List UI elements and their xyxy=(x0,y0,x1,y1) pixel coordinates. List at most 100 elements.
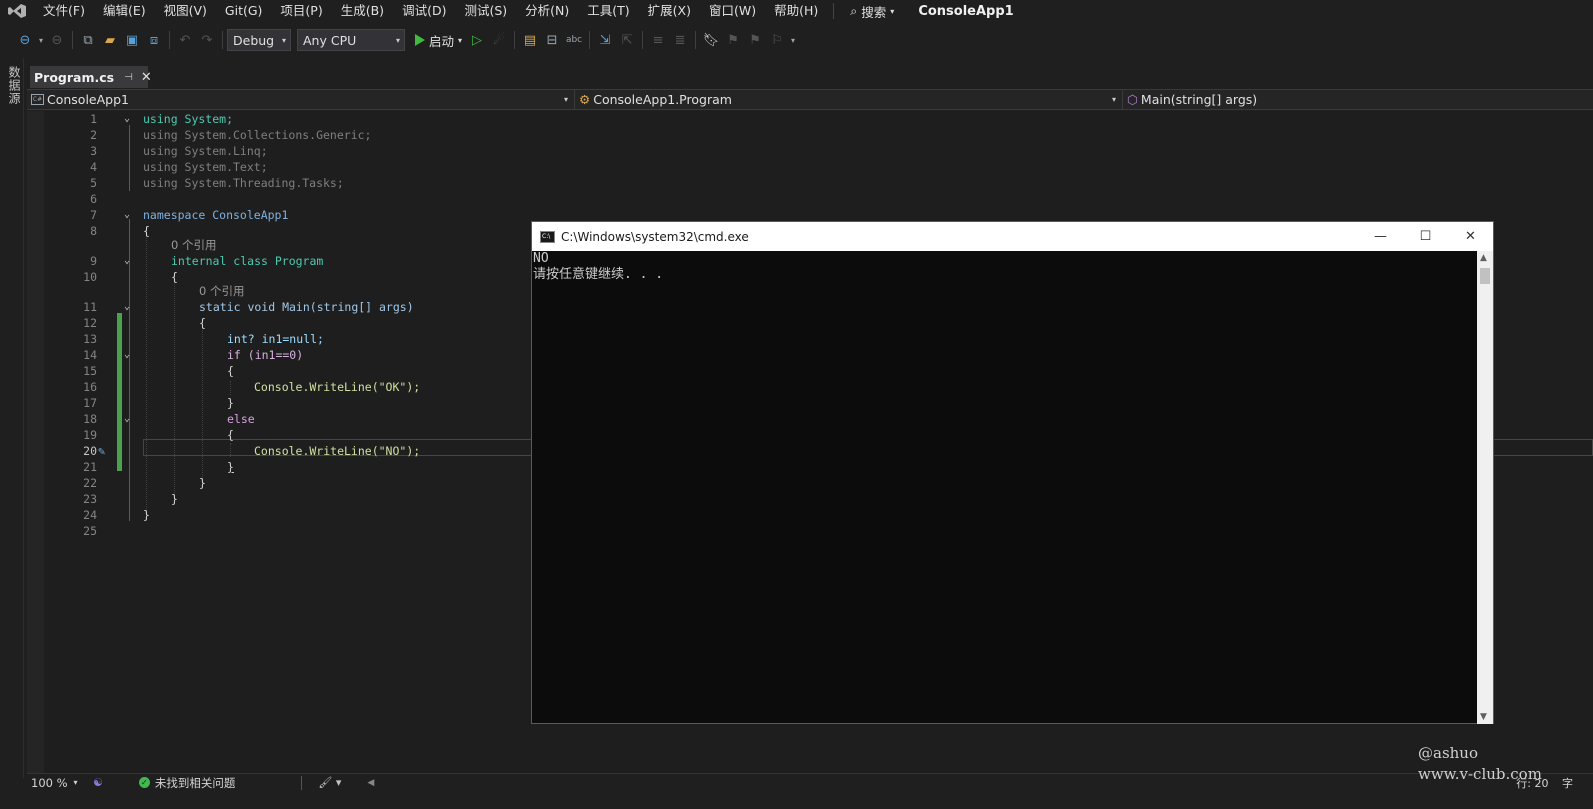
menu-tools[interactable]: 工具(T) xyxy=(578,0,638,22)
chevron-down-icon: ▾ xyxy=(73,778,78,787)
collapse-icon[interactable]: ⌄ xyxy=(124,253,134,269)
chevron-down-icon: ▾ xyxy=(1111,95,1116,104)
line-number: 7 xyxy=(90,208,97,222)
toolbar-overflow-icon[interactable]: ▾ xyxy=(788,29,798,51)
console-titlebar[interactable]: C:\ C:\Windows\system32\cmd.exe — ☐ ✕ xyxy=(532,222,1493,251)
forward-icon[interactable]: ⊖ xyxy=(46,29,68,51)
minimize-icon[interactable]: — xyxy=(1358,222,1403,251)
zoom-select[interactable]: 100 % ▾ xyxy=(27,776,93,790)
watermark-url: www.v-club.com xyxy=(1418,765,1542,783)
comment-icon[interactable]: ≡ xyxy=(647,29,669,51)
tab-program-cs[interactable]: Program.cs ⊣ ✕ xyxy=(30,66,152,88)
member-dropdown[interactable]: ⬡ Main(string[] args) xyxy=(1123,90,1593,109)
back-icon[interactable]: ⊖ xyxy=(14,29,36,51)
menu-extensions[interactable]: 扩展(X) xyxy=(639,0,700,22)
next-bookmark-icon[interactable]: ⚑ xyxy=(744,29,766,51)
tab-label: Program.cs xyxy=(34,69,115,85)
pin-icon[interactable]: ⊣ xyxy=(124,72,133,83)
type-dropdown[interactable]: ⚙ ConsoleApp1.Program ▾ xyxy=(575,90,1123,109)
code-text: { xyxy=(227,364,234,378)
code-text: using System.Threading.Tasks; xyxy=(143,176,344,190)
new-project-icon[interactable]: ⧉ xyxy=(77,29,99,51)
brush-icon[interactable]: 🖌︎ ▾ xyxy=(318,776,341,789)
menu-view[interactable]: 视图(V) xyxy=(155,0,216,22)
configuration-select[interactable]: Debug ▾ xyxy=(227,29,291,51)
clear-bookmarks-icon[interactable]: ⚐ xyxy=(766,29,788,51)
start-button[interactable]: 启动 ▾ xyxy=(411,31,466,50)
line-number: 13 xyxy=(83,332,97,346)
configuration-value: Debug xyxy=(233,32,275,48)
platform-select[interactable]: Any CPU ▾ xyxy=(297,29,405,51)
collapse-icon[interactable]: ⌄ xyxy=(124,111,134,127)
collapse-icon[interactable]: ⌄ xyxy=(124,411,134,427)
collapse-icon[interactable]: ⌄ xyxy=(124,299,134,315)
menu-project[interactable]: 项目(P) xyxy=(271,0,331,22)
line-number: 18 xyxy=(83,412,97,426)
step-over-icon[interactable]: ⇱ xyxy=(616,29,638,51)
code-text: using System.Linq; xyxy=(143,144,268,158)
project-name: ConsoleApp1 xyxy=(47,92,129,107)
copilot-icon[interactable]: ☯ xyxy=(93,776,103,789)
redo-icon[interactable]: ↷ xyxy=(196,29,218,51)
data-sources-tab[interactable]: 数据源 xyxy=(6,66,23,105)
prev-bookmark-icon[interactable]: ⚑ xyxy=(722,29,744,51)
undo-icon[interactable]: ↶ xyxy=(174,29,196,51)
menu-analyze[interactable]: 分析(N) xyxy=(516,0,578,22)
open-icon[interactable]: ▰ xyxy=(99,29,121,51)
line-number: 3 xyxy=(90,144,97,158)
collapse-icon[interactable]: ⌄ xyxy=(124,207,134,223)
issues-indicator[interactable]: ✓ 未找到相关问题 xyxy=(138,775,235,791)
collapse-icon[interactable]: ⌄ xyxy=(124,347,134,363)
toolbar-separator xyxy=(589,31,591,49)
step-icon[interactable]: ⇲ xyxy=(594,29,616,51)
chevron-down-icon: ▾ xyxy=(563,95,568,104)
code-text: using System; xyxy=(143,112,234,126)
project-dropdown[interactable]: C# ConsoleApp1 ▾ xyxy=(27,90,575,109)
menu-git[interactable]: Git(G) xyxy=(216,0,272,22)
hot-reload-icon[interactable]: ☄ xyxy=(488,29,510,51)
console-icon: C:\ xyxy=(540,230,555,243)
uncomment-icon[interactable]: ≣ xyxy=(669,29,691,51)
maximize-icon[interactable]: ☐ xyxy=(1403,222,1448,251)
save-icon[interactable]: ▣ xyxy=(121,29,143,51)
scroll-thumb[interactable] xyxy=(1480,268,1490,284)
menu-build[interactable]: 生成(B) xyxy=(332,0,393,22)
scroll-up-icon[interactable]: ▲ xyxy=(1480,253,1487,263)
toolbar-separator xyxy=(169,31,170,49)
scroll-left-icon[interactable]: ◀ xyxy=(367,778,374,788)
code-text: static void Main(string[] args) xyxy=(199,300,414,314)
line-number: 15 xyxy=(83,364,97,378)
menu-file[interactable]: 文件(F) xyxy=(34,0,94,22)
menu-test[interactable]: 测试(S) xyxy=(455,0,516,22)
bookmark-icon[interactable]: 🔖︎ xyxy=(700,29,722,51)
chevron-down-icon[interactable]: ▾ xyxy=(36,29,46,51)
quick-actions-icon[interactable]: ✎ xyxy=(98,443,105,459)
search-box[interactable]: ⌕ 搜索 ▾ xyxy=(840,2,904,21)
menu-debug[interactable]: 调试(D) xyxy=(393,0,455,22)
code-text: if (in1==0) xyxy=(227,348,304,362)
menu-window[interactable]: 窗口(W) xyxy=(700,0,765,22)
line-number: 25 xyxy=(83,524,97,538)
start-without-debug-icon[interactable]: ▷ xyxy=(466,29,488,51)
code-text: { xyxy=(199,316,206,330)
console-window[interactable]: C:\ C:\Windows\system32\cmd.exe — ☐ ✕ NO… xyxy=(531,221,1494,724)
scroll-down-icon[interactable]: ▼ xyxy=(1480,712,1487,722)
code-text: { xyxy=(227,428,234,442)
line-number: 1 xyxy=(90,112,97,126)
code-lens-references[interactable]: 0 个引用 xyxy=(171,237,216,253)
status-separator xyxy=(301,775,303,790)
console-output[interactable]: NO 请按任意键继续. . . xyxy=(532,251,1478,724)
close-icon[interactable]: ✕ xyxy=(141,70,152,85)
console-scrollbar[interactable]: ▲ ▼ xyxy=(1477,251,1493,724)
code-text: Console.WriteLine("OK"); xyxy=(254,380,421,394)
layout-icon[interactable]: ⊟ xyxy=(541,29,563,51)
menu-help[interactable]: 帮助(H) xyxy=(765,0,827,22)
spell-check-icon[interactable]: abc xyxy=(563,29,585,51)
vs-logo-icon[interactable] xyxy=(0,0,34,22)
solution-explorer-icon[interactable]: ▤ xyxy=(519,29,541,51)
code-text: } xyxy=(227,460,234,474)
code-lens-references[interactable]: 0 个引用 xyxy=(199,283,244,299)
menu-edit[interactable]: 编辑(E) xyxy=(94,0,155,22)
save-all-icon[interactable]: ⧈ xyxy=(143,29,165,51)
close-icon[interactable]: ✕ xyxy=(1448,222,1493,251)
